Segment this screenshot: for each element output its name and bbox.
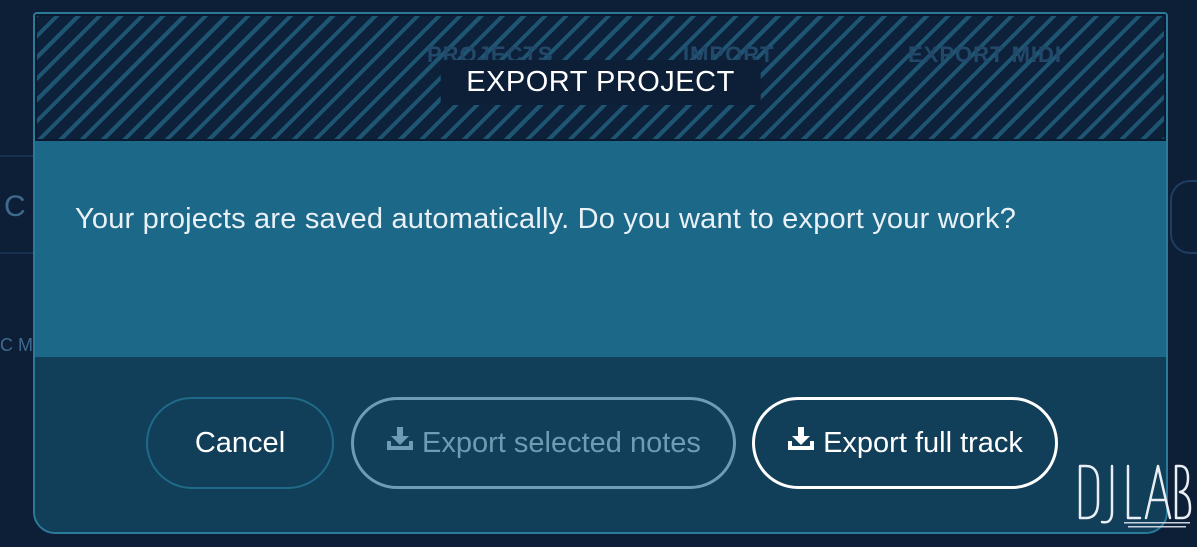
modal-footer: Cancel Export selected notes Export full… bbox=[35, 357, 1166, 532]
modal-message: Your projects are saved automatically. D… bbox=[75, 203, 1017, 235]
dj-lab-watermark-logo bbox=[1072, 458, 1192, 530]
background-divider bbox=[0, 252, 33, 254]
background-tab-export-midi: EXPORT MIDI bbox=[908, 42, 1063, 67]
background-divider bbox=[0, 155, 33, 157]
modal-header: PROJECTS IMPORT EXPORT MIDI EXPORT PROJE… bbox=[35, 14, 1166, 143]
export-full-track-button[interactable]: Export full track bbox=[752, 397, 1058, 489]
background-edge-shape bbox=[1170, 180, 1197, 254]
export-project-modal: PROJECTS IMPORT EXPORT MIDI EXPORT PROJE… bbox=[33, 12, 1168, 534]
modal-title: EXPORT PROJECT bbox=[440, 60, 761, 105]
cancel-button-label: Cancel bbox=[194, 426, 286, 459]
background-edge-label: C bbox=[4, 190, 26, 223]
modal-body: Your projects are saved automatically. D… bbox=[35, 141, 1166, 357]
background-edge-label: C M bbox=[0, 335, 33, 355]
download-icon bbox=[386, 426, 422, 460]
export-selected-notes-label: Export selected notes bbox=[422, 426, 701, 459]
export-selected-notes-button[interactable]: Export selected notes bbox=[351, 397, 736, 489]
download-icon bbox=[787, 426, 823, 460]
cancel-button[interactable]: Cancel bbox=[146, 397, 334, 489]
export-full-track-label: Export full track bbox=[823, 426, 1023, 459]
